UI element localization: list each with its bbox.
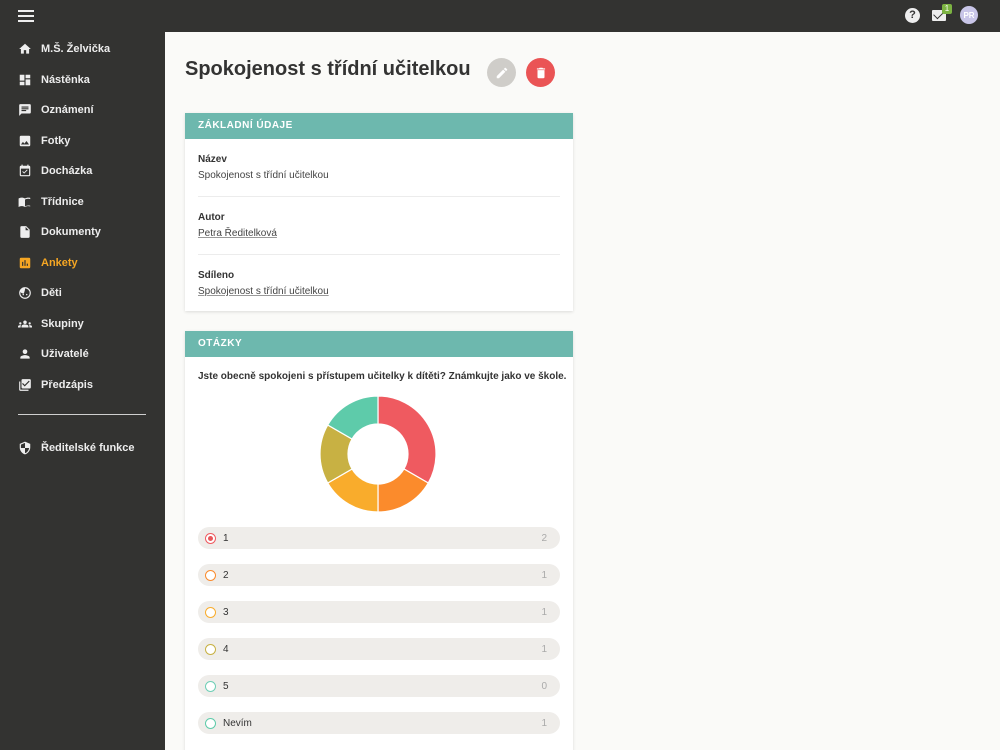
option-label: 4 bbox=[223, 643, 229, 655]
sidebar-item-announcements[interactable]: Oznámení bbox=[0, 95, 165, 125]
sidebar-item-label: Ankety bbox=[41, 257, 78, 269]
sidebar-item-home[interactable]: M.Š. Želvička bbox=[0, 34, 165, 64]
sidebar-item-admin[interactable]: Ředitelské funkce bbox=[0, 433, 165, 463]
sidebar-item-label: Dokumenty bbox=[41, 226, 101, 238]
field-divider bbox=[198, 196, 560, 197]
sidebar-item-attendance[interactable]: Docházka bbox=[0, 156, 165, 186]
person-icon bbox=[18, 347, 32, 361]
avatar[interactable]: PR bbox=[960, 6, 978, 24]
sidebar-divider bbox=[18, 414, 146, 415]
page-title: Spokojenost s třídní učitelkou bbox=[185, 58, 471, 80]
author-link[interactable]: Petra Ředitelková bbox=[198, 228, 560, 239]
option-count: 0 bbox=[541, 680, 547, 692]
sidebar-item-label: Skupiny bbox=[41, 318, 84, 330]
option-label: 2 bbox=[223, 569, 229, 581]
pencil-icon bbox=[496, 67, 507, 78]
sidebar-item-label: Nástěnka bbox=[41, 74, 90, 86]
sidebar-item-children[interactable]: Děti bbox=[0, 278, 165, 308]
questions-header: OTÁZKY bbox=[185, 331, 573, 357]
answer-option[interactable]: 50 bbox=[198, 675, 560, 697]
shared-field: Sdíleno Spokojenost s třídní učitelkou bbox=[198, 270, 560, 297]
sidebar-item-label: Uživatelé bbox=[41, 348, 89, 360]
menu-icon[interactable] bbox=[18, 10, 34, 22]
sidebar-item-label: Oznámení bbox=[41, 104, 94, 116]
option-count: 1 bbox=[541, 569, 547, 581]
sidebar-item-dashboard[interactable]: Nástěnka bbox=[0, 65, 165, 95]
message-icon bbox=[18, 103, 32, 117]
sidebar-item-label: Třídnice bbox=[41, 196, 84, 208]
sidebar-item-label: Ředitelské funkce bbox=[41, 442, 135, 454]
sidebar-item-label: Předzápis bbox=[41, 379, 93, 391]
sidebar-item-label: Děti bbox=[41, 287, 62, 299]
dashboard-icon bbox=[18, 73, 32, 87]
sidebar: M.Š. Želvička Nástěnka Oznámení Fotky Do… bbox=[0, 32, 165, 750]
question-text: Jste obecně spokojeni s přístupem učitel… bbox=[198, 371, 567, 382]
donut-slice-1 bbox=[377, 395, 437, 484]
delete-button[interactable] bbox=[526, 58, 555, 87]
name-label: Název bbox=[198, 154, 227, 165]
sidebar-item-polls[interactable]: Ankety bbox=[0, 248, 165, 278]
sidebar-item-photos[interactable]: Fotky bbox=[0, 126, 165, 156]
option-label: 5 bbox=[223, 680, 229, 692]
answer-option[interactable]: 12 bbox=[198, 527, 560, 549]
basic-info-header: ZÁKLADNÍ ÚDAJE bbox=[185, 113, 573, 139]
sidebar-item-class-book[interactable]: Třídnice bbox=[0, 187, 165, 217]
group-icon bbox=[18, 317, 32, 331]
donut-chart bbox=[319, 395, 437, 513]
answer-option[interactable]: 21 bbox=[198, 564, 560, 586]
option-label: 1 bbox=[223, 532, 229, 544]
radio-button[interactable] bbox=[205, 569, 216, 581]
author-field: Autor Petra Ředitelková bbox=[198, 212, 560, 239]
questions-card: OTÁZKY Jste obecně spokojeni s přístupem… bbox=[185, 331, 573, 750]
top-bar: ? 1 PR bbox=[0, 0, 1000, 32]
answer-option[interactable]: Nevím 1 bbox=[198, 712, 560, 734]
edit-button[interactable] bbox=[487, 58, 516, 87]
sidebar-item-groups[interactable]: Skupiny bbox=[0, 309, 165, 339]
option-label: Nevím bbox=[223, 717, 252, 729]
shared-label: Sdíleno bbox=[198, 270, 235, 281]
author-label: Autor bbox=[198, 212, 225, 223]
field-divider bbox=[198, 254, 560, 255]
radio-button[interactable] bbox=[205, 717, 216, 729]
document-icon bbox=[18, 225, 32, 239]
help-icon[interactable]: ? bbox=[905, 7, 920, 23]
mail-icon[interactable]: 1 bbox=[932, 4, 952, 22]
sidebar-item-label: M.Š. Želvička bbox=[41, 43, 111, 55]
child-face-icon bbox=[18, 286, 32, 300]
checklist-icon bbox=[18, 378, 32, 392]
option-count: 2 bbox=[541, 532, 547, 544]
option-count: 1 bbox=[541, 717, 547, 729]
answer-option[interactable]: 41 bbox=[198, 638, 560, 660]
sidebar-item-users[interactable]: Uživatelé bbox=[0, 339, 165, 369]
photo-icon bbox=[18, 134, 32, 148]
admin-shield-icon bbox=[18, 441, 32, 455]
sidebar-item-label: Docházka bbox=[41, 165, 93, 177]
sidebar-item-documents[interactable]: Dokumenty bbox=[0, 217, 165, 247]
option-count: 1 bbox=[541, 643, 547, 655]
home-icon bbox=[18, 42, 32, 56]
calendar-check-icon bbox=[18, 164, 32, 178]
sidebar-item-label: Fotky bbox=[41, 135, 71, 147]
radio-button[interactable] bbox=[205, 606, 216, 618]
name-field: Název Spokojenost s třídní učitelkou bbox=[198, 154, 560, 181]
name-value: Spokojenost s třídní učitelkou bbox=[198, 170, 329, 181]
trash-icon bbox=[536, 67, 545, 78]
option-count: 1 bbox=[541, 606, 547, 618]
basic-info-card: ZÁKLADNÍ ÚDAJE Název Spokojenost s třídn… bbox=[185, 113, 573, 311]
radio-button[interactable] bbox=[205, 680, 216, 692]
answer-option[interactable]: 31 bbox=[198, 601, 560, 623]
radio-button[interactable] bbox=[205, 643, 216, 655]
option-label: 3 bbox=[223, 606, 229, 618]
shared-link[interactable]: Spokojenost s třídní učitelkou bbox=[198, 286, 560, 297]
poll-icon bbox=[18, 256, 32, 270]
mail-badge: 1 bbox=[942, 4, 952, 14]
sidebar-item-preregistration[interactable]: Předzápis bbox=[0, 370, 165, 400]
radio-button[interactable] bbox=[205, 532, 216, 544]
book-icon bbox=[18, 195, 32, 209]
